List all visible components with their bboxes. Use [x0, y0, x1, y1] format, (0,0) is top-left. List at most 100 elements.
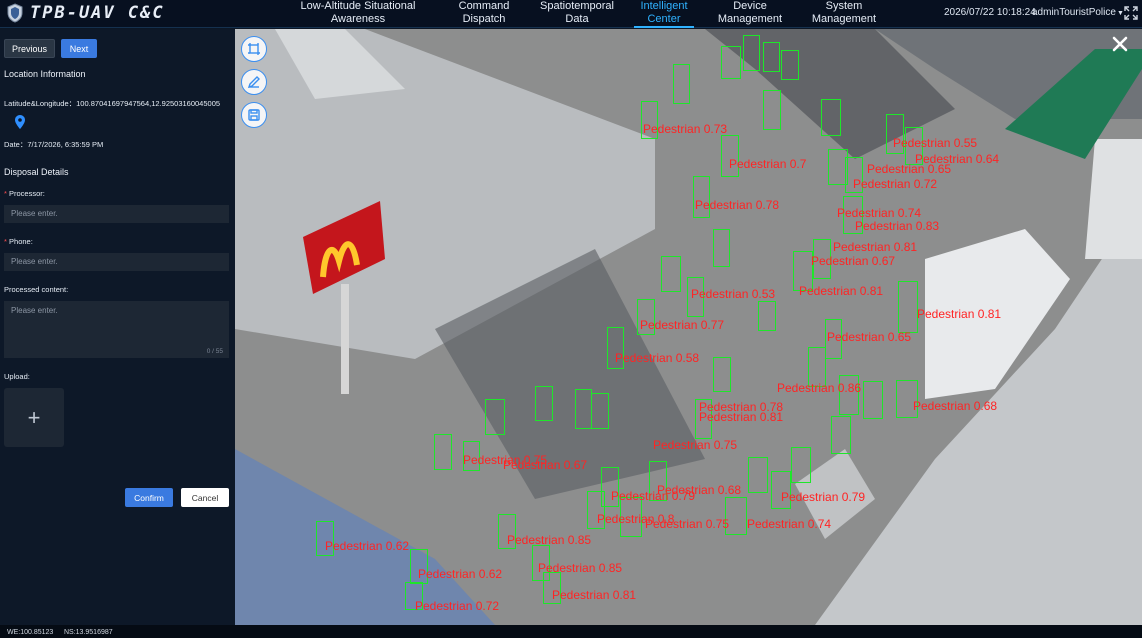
previous-button[interactable]: Previous: [4, 39, 55, 58]
detection-label: Pedestrian 0.75: [653, 438, 738, 452]
detection-label: Pedestrian 0.81: [917, 307, 1002, 321]
detection-box: [485, 399, 505, 435]
detection-label: Pedestrian 0.74: [837, 206, 922, 220]
detection-label: Pedestrian 0.73: [643, 122, 728, 136]
detection-box: [575, 389, 592, 429]
detection-box: [721, 46, 741, 79]
nav-spatiotemporal-data[interactable]: Spatiotemporal Data: [533, 0, 621, 28]
shield-logo-icon: [7, 3, 23, 23]
drone-video-frame: Pedestrian 0.73 Pedestrian 0.7 Pedestria…: [235, 29, 1142, 625]
processed-content-placeholder: Please enter.: [11, 306, 58, 315]
ns-coordinate: NS:13.9516987: [64, 629, 113, 636]
nav-label-line1: Spatiotemporal: [540, 0, 614, 12]
detection-box: [673, 64, 690, 104]
phone-label: * Phone:: [4, 237, 33, 246]
nav-label-line1: Intelligent: [640, 0, 688, 12]
detection-label: Pedestrian 0.83: [855, 219, 940, 233]
date-row: Date：7/17/2026, 6:35:59 PM: [4, 139, 103, 150]
detection-box: [661, 256, 681, 292]
detection-box: [743, 35, 760, 71]
save-icon: [248, 109, 260, 121]
nav-label-line1: System: [825, 0, 863, 12]
next-button[interactable]: Next: [61, 39, 97, 58]
phone-input[interactable]: Please enter.: [4, 253, 229, 271]
detection-box: [781, 50, 799, 80]
crop-tool-button[interactable]: [241, 36, 267, 62]
detection-label: Pedestrian 0.81: [552, 588, 637, 602]
detection-box: [713, 357, 731, 392]
fullscreen-icon[interactable]: [1124, 6, 1138, 20]
pen-icon: [247, 76, 260, 89]
draw-tool-button[interactable]: [241, 69, 267, 95]
detection-label: Pedestrian 0.77: [640, 318, 725, 332]
save-tool-button[interactable]: [241, 102, 267, 128]
current-datetime: 2026/07/22 10:18:24: [944, 7, 1036, 18]
nav-command-dispatch[interactable]: Command Dispatch: [452, 0, 516, 28]
nav-label-line2: Awareness: [330, 13, 386, 25]
detection-box: [535, 386, 553, 421]
detection-label: Pedestrian 0.75: [645, 517, 730, 531]
detection-label: Pedestrian 0.72: [415, 599, 500, 613]
date-label: Date：: [4, 140, 28, 149]
nav-label-line2: Center: [647, 13, 681, 25]
upload-label: Upload:: [4, 372, 30, 381]
user-menu[interactable]: adminTouristPolice▼: [1032, 7, 1124, 18]
detection-label: Pedestrian 0.68: [913, 399, 998, 413]
app-root: TPB-UAV C&C Low-Altitude Situational Awa…: [0, 0, 1142, 638]
detection-label: Pedestrian 0.67: [811, 254, 896, 268]
detection-label: Pedestrian 0.7: [729, 157, 807, 171]
date-value: 7/17/2026, 6:35:59 PM: [27, 140, 104, 149]
nav-device-management[interactable]: Device Management: [714, 0, 786, 28]
latlng-label: Latitude&Longitude：: [4, 99, 77, 108]
detection-box: [791, 447, 811, 483]
location-information-title: Location Information: [4, 69, 86, 79]
detection-box: [863, 381, 883, 419]
location-pin-icon[interactable]: [15, 115, 25, 129]
coordinate-status-bar: WE:100.85123 NS:13.9516987: [0, 625, 1142, 638]
detection-label: Pedestrian 0.81: [833, 240, 918, 254]
upload-button[interactable]: +: [4, 388, 64, 447]
nav-intelligent-center[interactable]: Intelligent Center: [634, 0, 694, 28]
cancel-button[interactable]: Cancel: [181, 488, 229, 507]
disposal-details-title: Disposal Details: [4, 167, 69, 177]
processor-input[interactable]: Please enter.: [4, 205, 229, 223]
detection-label: Pedestrian 0.78: [695, 198, 780, 212]
detection-box: [898, 281, 918, 333]
nav-label-line2: Data: [565, 13, 589, 25]
logo: TPB-UAV C&C: [6, 3, 165, 23]
detection-box: [763, 90, 781, 130]
caret-down-icon: ▼: [1116, 10, 1124, 17]
plus-icon: +: [27, 404, 41, 430]
processor-label-text: Processor:: [9, 189, 45, 198]
detection-label: Pedestrian 0.65: [867, 162, 952, 176]
nav-system-management[interactable]: System Management: [808, 0, 880, 28]
detection-label: Pedestrian 0.55: [893, 136, 978, 150]
detection-label: Pedestrian 0.81: [699, 410, 784, 424]
nav-label-line2: Dispatch: [462, 13, 506, 25]
detection-box: [748, 457, 768, 493]
nav-label-line1: Device: [733, 0, 767, 12]
top-navigation-bar: TPB-UAV C&C Low-Altitude Situational Awa…: [0, 0, 1142, 28]
confirm-button[interactable]: Confirm: [125, 488, 173, 507]
nav-low-altitude-situational-awareness[interactable]: Low-Altitude Situational Awareness: [293, 0, 423, 28]
detection-label: Pedestrian 0.67: [503, 458, 588, 472]
detection-label: Pedestrian 0.53: [691, 287, 776, 301]
character-counter: 0 / 55: [206, 348, 223, 355]
detection-label: Pedestrian 0.85: [507, 533, 592, 547]
detection-label: Pedestrian 0.68: [657, 483, 742, 497]
crop-icon: [248, 43, 260, 55]
nav-label-line1: Low-Altitude Situational: [300, 0, 416, 12]
detection-label: Pedestrian 0.86: [777, 381, 862, 395]
detection-box: [831, 416, 851, 454]
detection-label: Pedestrian 0.65: [827, 330, 912, 344]
nav-label-line2: Management: [811, 13, 877, 25]
detection-label: Pedestrian 0.81: [799, 284, 884, 298]
detection-box: [821, 99, 841, 136]
we-coordinate: WE:100.85123: [7, 629, 54, 636]
latlng-value: 100.87041697947564,12.92503160045005: [76, 99, 221, 108]
processed-content-textarea[interactable]: Please enter. 0 / 55: [4, 301, 229, 358]
close-icon[interactable]: [1111, 35, 1129, 53]
phone-label-text: Phone:: [9, 237, 33, 246]
latlng-row: Latitude&Longitude：100.87041697947564,12…: [4, 98, 220, 109]
user-name: adminTouristPolice: [1032, 7, 1116, 18]
